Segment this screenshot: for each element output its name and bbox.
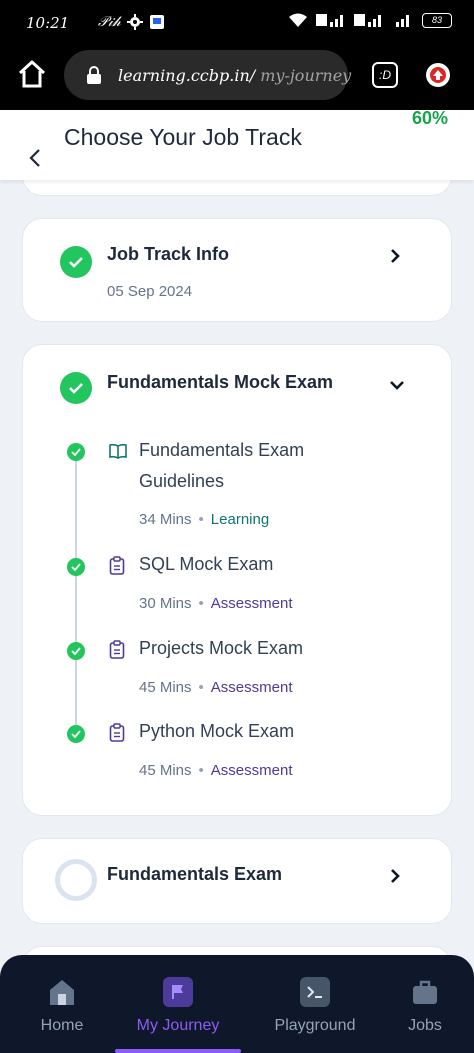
browser-toolbar: learning.ccbp.in/ my-journey :D (0, 44, 474, 110)
item-type: Assessment (210, 762, 293, 779)
completed-check-icon (67, 642, 85, 660)
nav-item-my-journey[interactable]: My Journey (115, 955, 241, 1053)
item-meta: 45 Mins • Assessment (139, 762, 293, 779)
completed-check-icon (60, 246, 92, 278)
battery-level: 83 (431, 14, 442, 25)
job-track-info-card[interactable]: Job Track Info 05 Sep 2024 (22, 218, 452, 322)
arrow-up-icon (430, 67, 446, 83)
nav-label-playground: Playground (274, 1017, 356, 1034)
completed-check-icon (60, 372, 92, 404)
chevron-right-icon[interactable] (389, 248, 401, 264)
signal-icon-3 (396, 15, 409, 27)
item-type: Assessment (210, 595, 293, 612)
status-bar: 10:21 𝒫𝒾𝒽 83 (0, 0, 474, 44)
item-title: SQL Mock Exam (139, 554, 274, 574)
status-time: 10:21 (26, 14, 70, 32)
item-duration: 30 Mins (139, 595, 192, 612)
item-duration: 34 Mins (139, 511, 192, 528)
battery-icon: 83 (422, 12, 452, 28)
pending-status-icon (55, 859, 97, 901)
url-text: learning.ccbp.in/ my-journey (118, 66, 351, 85)
completed-check-icon (67, 558, 85, 576)
lock-icon (87, 66, 101, 84)
signal-icon (316, 14, 343, 27)
chevron-right-icon[interactable] (389, 868, 401, 884)
completed-check-icon (67, 725, 85, 743)
bottom-navigation: Home My Journey Playground Jobs (0, 955, 474, 1053)
progress-timeline (75, 449, 77, 737)
item-meta: 45 Mins • Assessment (139, 679, 293, 696)
nav-label-jobs: Jobs (408, 1017, 442, 1034)
mock-exam-title: Fundamentals Mock Exam (107, 372, 334, 392)
briefcase-icon (410, 977, 440, 1007)
progress-percent: 60% (412, 108, 449, 128)
nav-item-home[interactable]: Home (22, 955, 102, 1053)
item-title: Fundamentals Exam (139, 440, 305, 460)
book-open-icon (109, 443, 127, 459)
item-meta: 34 Mins • Learning (139, 511, 270, 528)
app-notification-icon (149, 14, 164, 29)
item-type: Learning (210, 511, 270, 528)
mock-exam-card: Fundamentals Mock Exam Fundamentals Exam… (22, 344, 452, 816)
item-title-line2: Guidelines (139, 471, 225, 491)
nav-item-jobs[interactable]: Jobs (395, 955, 455, 1053)
url-bar[interactable]: learning.ccbp.in/ my-journey (64, 50, 351, 100)
clipboard-icon (109, 723, 125, 742)
tab-switcher-button[interactable]: :D (372, 62, 398, 88)
fundamentals-exam-title: Fundamentals Exam (107, 864, 283, 884)
home-icon (47, 977, 77, 1007)
update-button[interactable] (426, 63, 450, 87)
active-nav-indicator (115, 1049, 241, 1053)
nav-item-playground[interactable]: Playground (265, 955, 365, 1053)
url-path: my-journey (255, 66, 352, 85)
nav-label-my-journey: My Journey (136, 1017, 220, 1034)
item-title: Python Mock Exam (139, 721, 295, 741)
settings-icon (126, 13, 143, 30)
url-host: learning.ccbp.in/ (118, 66, 256, 85)
item-title: Projects Mock Exam (139, 638, 304, 658)
job-track-info-title: Job Track Info (107, 244, 230, 264)
wifi-icon (289, 13, 307, 27)
item-type: Assessment (210, 679, 293, 696)
job-track-info-date: 05 Sep 2024 (107, 283, 193, 300)
terminal-icon (300, 977, 330, 1007)
page-title: Choose Your Job Track (64, 124, 302, 150)
completed-check-icon (67, 443, 85, 461)
tab-glyph: :D (379, 68, 391, 82)
item-duration: 45 Mins (139, 679, 192, 696)
page-header: Choose Your Job Track 60% (0, 108, 474, 180)
clipboard-icon (109, 556, 125, 575)
signal-icon-2 (354, 14, 381, 27)
browser-home-icon[interactable] (16, 58, 48, 90)
nav-label-home: Home (40, 1017, 84, 1034)
item-meta: 30 Mins • Assessment (139, 595, 293, 612)
fundamentals-exam-card[interactable]: Fundamentals Exam (22, 838, 452, 924)
clipboard-icon (109, 640, 125, 659)
flag-icon (163, 977, 193, 1007)
back-icon[interactable] (28, 148, 42, 168)
chevron-down-icon[interactable] (389, 379, 405, 391)
item-duration: 45 Mins (139, 762, 192, 779)
carrier-glyph: 𝒫𝒾𝒽 (98, 13, 121, 29)
